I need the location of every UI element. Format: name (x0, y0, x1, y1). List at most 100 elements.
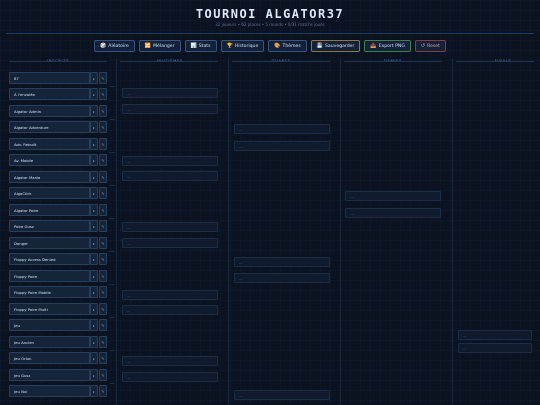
shuffle-button[interactable]: 🔀 Mélanger (138, 40, 181, 52)
participant-entry[interactable]: Floppy Poire (9, 270, 90, 282)
participant-entry[interactable]: Jeu Nul (9, 385, 90, 397)
match-slot-quarts[interactable]: — (234, 390, 330, 400)
match-slot-huitièmes[interactable]: — (122, 238, 218, 248)
bracket-connector (109, 119, 115, 120)
participant-entry[interactable]: Jeu Ancien (9, 336, 90, 348)
participant-entry[interactable]: AlgoClick (9, 187, 90, 199)
participant-entry[interactable]: Adv. Rebuilt (9, 138, 90, 150)
reset-icon: ↺ (420, 43, 426, 49)
edit-button[interactable]: ✎ (99, 121, 107, 133)
participant-entry[interactable]: Algator Admin (9, 105, 90, 117)
column-divider (9, 61, 107, 62)
advance-button[interactable]: ▸ (90, 286, 98, 298)
edit-button[interactable]: ✎ (99, 154, 107, 166)
advance-button[interactable]: ▸ (90, 319, 98, 331)
participant-entry[interactable]: Jeu Orion (9, 352, 90, 364)
advance-button[interactable]: ▸ (90, 237, 98, 249)
advance-button[interactable]: ▸ (90, 154, 98, 166)
advance-button[interactable]: ▸ (90, 138, 98, 150)
match-slot-huitièmes[interactable]: — (122, 290, 218, 300)
export-png-button[interactable]: 📤 Export PNG (364, 40, 411, 52)
match-slot-demies[interactable]: — (345, 191, 441, 201)
advance-button[interactable]: ▸ (90, 204, 98, 216)
edit-button[interactable]: ✎ (99, 171, 107, 183)
participant-entry[interactable]: Floppy Access Denied (9, 253, 90, 265)
match-slot-quarts[interactable]: — (234, 257, 330, 267)
edit-button[interactable]: ✎ (99, 286, 107, 298)
edit-button[interactable]: ✎ (99, 303, 107, 315)
participant-entry[interactable]: Jeu (9, 319, 90, 331)
bracket-connector (109, 284, 115, 285)
match-slot-huitièmes[interactable]: — (122, 156, 218, 166)
advance-button[interactable]: ▸ (90, 352, 98, 364)
participant-entry[interactable]: Floppy Poire Mobile (9, 286, 90, 298)
participant-entry[interactable]: Floppy Poire Multi (9, 303, 90, 315)
column-divider (120, 61, 218, 62)
advance-button[interactable]: ▸ (90, 88, 98, 100)
advance-button[interactable]: ▸ (90, 253, 98, 265)
match-slot-huitièmes[interactable]: — (122, 222, 218, 232)
advance-button[interactable]: ▸ (90, 336, 98, 348)
themes-button[interactable]: 🎨 Thèmes (268, 40, 307, 52)
advance-button[interactable]: ▸ (90, 220, 98, 232)
advance-button[interactable]: ▸ (90, 72, 98, 84)
participant-entry[interactable]: Danger (9, 237, 90, 249)
save-button[interactable]: 💾 Sauvegarder (310, 40, 361, 52)
edit-button[interactable]: ✎ (99, 385, 107, 397)
advance-button[interactable]: ▸ (90, 171, 98, 183)
edit-button[interactable]: ✎ (99, 352, 107, 364)
advance-button[interactable]: ▸ (90, 105, 98, 117)
stats-icon: 📊 (190, 43, 197, 49)
stats-button[interactable]: 📊 Stats (184, 40, 217, 52)
match-slot-huitièmes[interactable]: — (122, 88, 218, 98)
reset-button[interactable]: ↺ Reset (414, 40, 446, 52)
history-icon: 🏆 (226, 43, 233, 49)
edit-button[interactable]: ✎ (99, 220, 107, 232)
edit-button[interactable]: ✎ (99, 319, 107, 331)
edit-button[interactable]: ✎ (99, 270, 107, 282)
match-slot-demies[interactable]: — (345, 208, 441, 218)
match-slot-finale[interactable]: — (458, 343, 532, 353)
edit-button[interactable]: ✎ (99, 253, 107, 265)
save-icon: 💾 (316, 43, 324, 49)
edit-button[interactable]: ✎ (99, 369, 107, 381)
bracket-connector (109, 383, 115, 384)
match-slot-huitièmes[interactable]: — (122, 104, 218, 114)
advance-button[interactable]: ▸ (90, 187, 98, 199)
participant-entry[interactable]: Algator Adventure (9, 121, 90, 133)
participant-entry[interactable]: Algator Poire (9, 204, 90, 216)
match-slot-huitièmes[interactable]: — (122, 372, 218, 382)
advance-button[interactable]: ▸ (90, 369, 98, 381)
match-slot-quarts[interactable]: — (234, 141, 330, 151)
edit-button[interactable]: ✎ (99, 72, 107, 84)
edit-button[interactable]: ✎ (99, 138, 107, 150)
toolbar-label: Aléatoire (108, 43, 129, 49)
edit-button[interactable]: ✎ (99, 187, 107, 199)
bracket-connector (109, 251, 115, 252)
participant-entry[interactable]: Av. Mobile (9, 154, 90, 166)
advance-button[interactable]: ▸ (90, 121, 98, 133)
edit-button[interactable]: ✎ (99, 336, 107, 348)
match-slot-huitièmes[interactable]: — (122, 171, 218, 181)
participant-entry[interactable]: Algator Mania (9, 171, 90, 183)
random-button[interactable]: 🎲 Aléatoire (94, 40, 135, 52)
edit-button[interactable]: ✎ (99, 237, 107, 249)
match-slot-huitièmes[interactable]: — (122, 305, 218, 315)
advance-button[interactable]: ▸ (90, 385, 98, 397)
participant-entry[interactable]: 87 (9, 72, 90, 84)
participant-entry[interactable]: Jeu Gusz (9, 369, 90, 381)
shuffle-icon: 🔀 (144, 43, 152, 49)
match-slot-huitièmes[interactable]: — (122, 356, 218, 366)
match-slot-finale[interactable]: — (458, 330, 532, 340)
edit-button[interactable]: ✎ (99, 105, 107, 117)
match-slot-quarts[interactable]: — (234, 124, 330, 134)
participant-entry[interactable]: Poire Gusz (9, 220, 90, 232)
match-slot-quarts[interactable]: — (234, 273, 330, 283)
advance-button[interactable]: ▸ (90, 303, 98, 315)
participant-entry[interactable]: A l'envolée (9, 88, 90, 100)
edit-button[interactable]: ✎ (99, 88, 107, 100)
history-button[interactable]: 🏆 Historique (220, 40, 265, 52)
edit-button[interactable]: ✎ (99, 204, 107, 216)
bracket-connector (109, 86, 115, 87)
advance-button[interactable]: ▸ (90, 270, 98, 282)
